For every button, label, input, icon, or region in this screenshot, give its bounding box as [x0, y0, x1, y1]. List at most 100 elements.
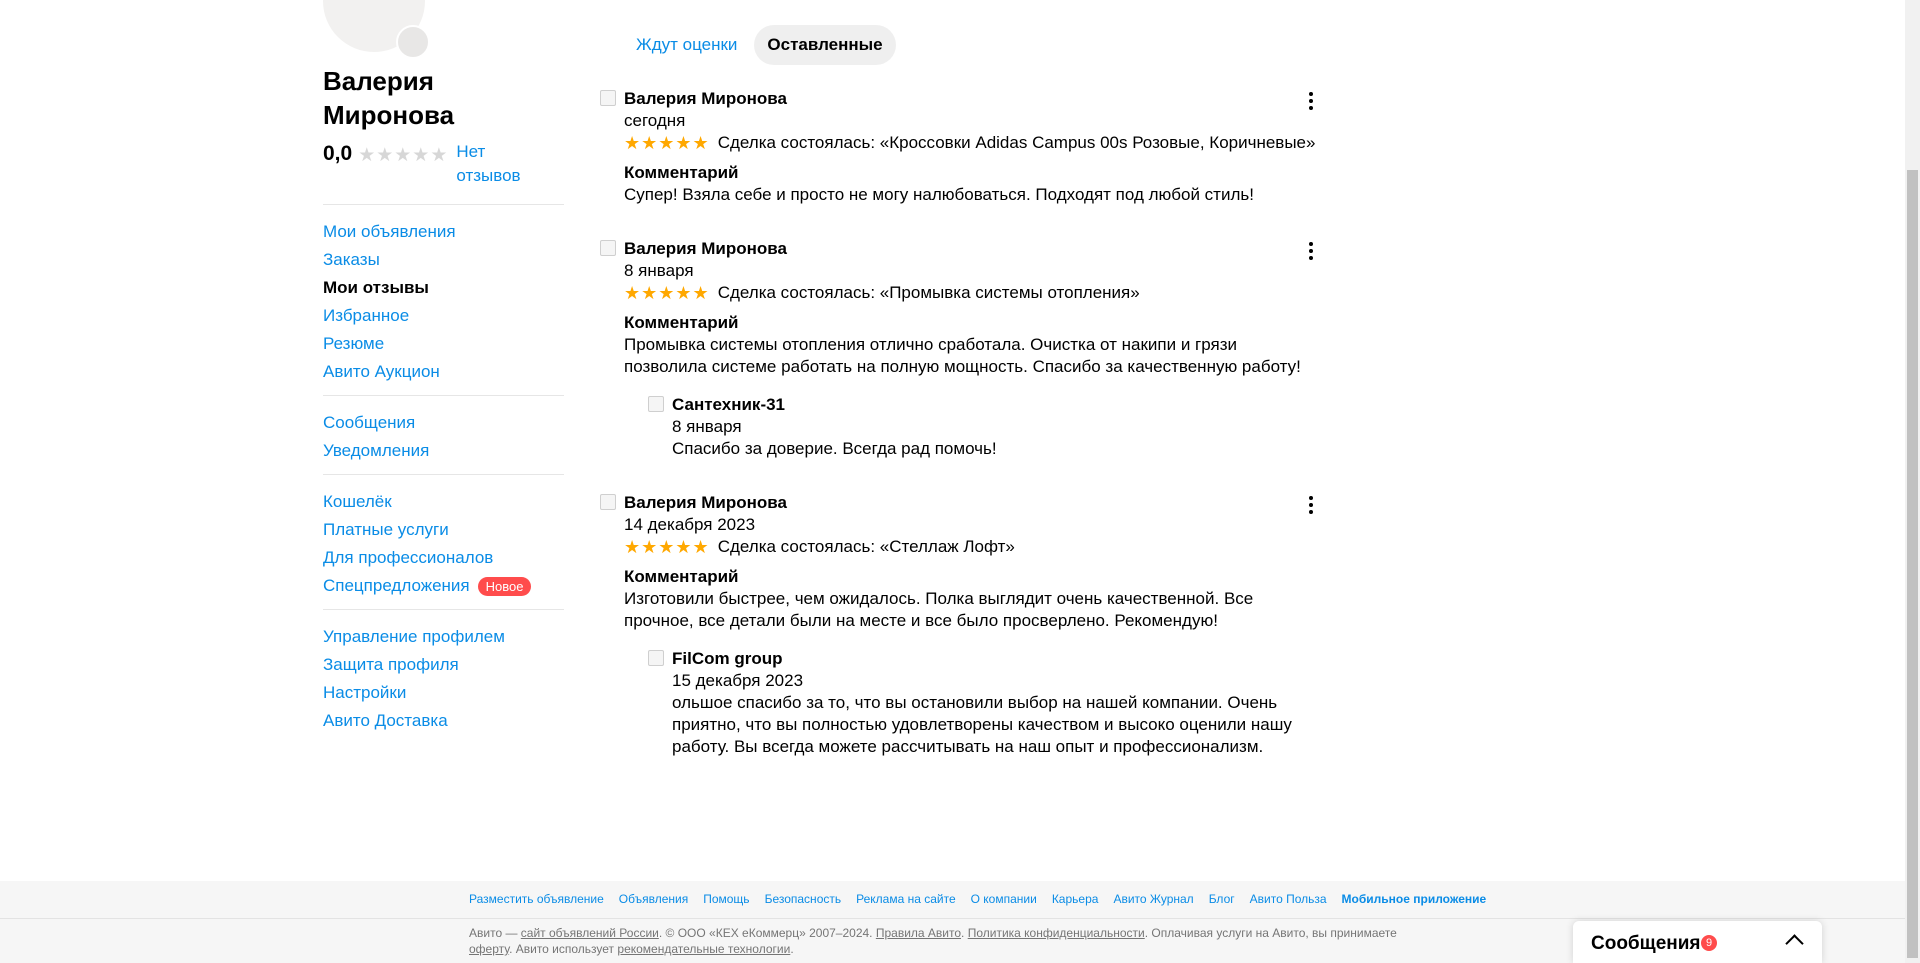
star-rating-icon: ★★★★★	[624, 283, 710, 303]
sidebar-item[interactable]: Резюме	[323, 330, 564, 358]
sidebar-item[interactable]: Авито Аукцион	[323, 358, 564, 386]
sidebar-item[interactable]: Избранное	[323, 302, 564, 330]
sidebar-item[interactable]: Управление профилем	[323, 623, 564, 651]
deal-text: Сделка состоялась: «Промывка системы ото…	[717, 283, 1140, 302]
sidebar-item-label: Платные услуги	[323, 520, 449, 539]
sidebar-item-label: Для профессионалов	[323, 548, 494, 567]
sidebar-item[interactable]: Кошелёк	[323, 488, 564, 516]
review-author[interactable]: Валерия Миронова	[624, 88, 1320, 110]
sidebar-item[interactable]: Настройки	[323, 679, 564, 707]
comment-title: Комментарий	[624, 567, 739, 586]
tab-awaiting[interactable]: Ждут оценки	[623, 25, 750, 65]
legal-text: .	[790, 942, 794, 956]
sidebar-item[interactable]: Спецпредложения Новое	[323, 572, 564, 600]
sidebar-item-label: Авито Доставка	[323, 711, 448, 730]
reviews-tabs: Ждут оценки Оставленные	[623, 25, 900, 65]
more-menu-icon[interactable]	[1306, 496, 1316, 514]
deal-text: Сделка состоялась: «Кроссовки Adidas Cam…	[717, 133, 1316, 152]
footer-link[interactable]: Блог	[1209, 891, 1235, 907]
chevron-up-icon[interactable]	[1785, 934, 1804, 953]
messages-widget-title: Сообщения	[1591, 933, 1701, 954]
legal-link-offer[interactable]: оферту	[469, 942, 509, 956]
sidebar-item[interactable]: Авито Доставка	[323, 707, 564, 735]
sidebar-nav: Мои объявления Заказы Мои отзывы Избранное Р…	[323, 204, 564, 744]
comment-text: Промывка системы отопления отлично срабо…	[624, 335, 1301, 376]
footer-link[interactable]: Безопасность	[765, 891, 842, 907]
sidebar-group: Мои объявления Заказы Мои отзывы Избранное Р…	[323, 204, 564, 395]
no-reviews-link[interactable]: Нет отзывов	[456, 140, 536, 188]
legal-text: . © ООО «КЕХ еКоммерц» 2007–2024.	[658, 926, 876, 940]
review-card: Валерия Миронова сегодня ★★★★★ Сделка со…	[600, 88, 1320, 206]
sidebar-item[interactable]: Мои отзывы	[323, 274, 564, 302]
page-scrollbar[interactable]	[1905, 0, 1920, 963]
messages-count-badge: 9	[1701, 935, 1717, 951]
legal-link-privacy[interactable]: Политика конфиденциальности	[968, 926, 1145, 940]
review-date: 14 декабря 2023	[624, 515, 756, 534]
answer-text: ольшое спасибо за то, что вы остановили …	[672, 693, 1292, 756]
sidebar-item[interactable]: Платные услуги	[323, 516, 564, 544]
scrollbar-thumb[interactable]	[1907, 170, 1918, 958]
sidebar-item-label: Авито Аукцион	[323, 362, 440, 381]
seller-answer: Сантехник-31 8 января Спасибо за доверие…	[648, 394, 1320, 460]
sidebar-item[interactable]: Защита профиля	[323, 651, 564, 679]
review-author[interactable]: Валерия Миронова	[624, 238, 1320, 260]
review-date: 8 января	[624, 261, 694, 280]
review-card: Валерия Миронова 14 декабря 2023 ★★★★★ С…	[600, 492, 1320, 758]
sidebar-item-label: Заказы	[323, 250, 380, 269]
sidebar-item[interactable]: Сообщения	[323, 409, 564, 437]
avatar-badge	[396, 25, 430, 59]
rating-stars-icon: ★★★★★	[358, 145, 449, 166]
sidebar: Валерия Миронова 0,0 ★★★★★ Нет отзывов М…	[323, 64, 564, 744]
review-date: сегодня	[624, 111, 686, 130]
answer-text: Спасибо за доверие. Всегда рад помочь!	[672, 439, 997, 458]
answer-author[interactable]: FilCom group	[672, 648, 1320, 670]
legal-text: Авито —	[469, 926, 521, 940]
sidebar-item-label: Управление профилем	[323, 627, 505, 646]
legal-link-rules[interactable]: Правила Авито	[876, 926, 961, 940]
legal-text: .	[961, 926, 968, 940]
footer-link[interactable]: Разместить объявление	[469, 891, 604, 907]
review-deal: ★★★★★ Сделка состоялась: «Кроссовки Adid…	[624, 132, 1320, 154]
legal-link-recommend[interactable]: рекомендательные технологии	[617, 942, 790, 956]
seller-answer: FilCom group 15 декабря 2023 ольшое спас…	[648, 648, 1320, 758]
sidebar-item[interactable]: Мои объявления	[323, 218, 564, 246]
sidebar-item-label: Мои отзывы	[323, 278, 429, 297]
sidebar-item[interactable]: Для профессионалов	[323, 544, 564, 572]
comment-text: Изготовили быстрее, чем ожидалось. Полка…	[624, 589, 1254, 630]
sidebar-item-label: Сообщения	[323, 413, 416, 432]
more-menu-icon[interactable]	[1306, 242, 1316, 260]
review-author[interactable]: Валерия Миронова	[624, 492, 1320, 514]
sidebar-item-label: Защита профиля	[323, 655, 459, 674]
footer-link[interactable]: Авито Журнал	[1113, 891, 1193, 907]
more-menu-icon[interactable]	[1306, 92, 1316, 110]
sidebar-item-label: Спецпредложения	[323, 576, 470, 595]
sidebar-item[interactable]: Заказы	[323, 246, 564, 274]
sidebar-item-label: Кошелёк	[323, 492, 392, 511]
footer-link[interactable]: Помощь	[703, 891, 749, 907]
legal-link-site[interactable]: сайт объявлений России	[521, 926, 659, 940]
tab-left[interactable]: Оставленные	[754, 25, 896, 65]
review-deal: ★★★★★ Сделка состоялась: «Стеллаж Лофт»	[624, 536, 1320, 558]
footer-link[interactable]: Мобильное приложение	[1342, 891, 1487, 907]
footer-link[interactable]: Карьера	[1052, 891, 1099, 907]
answer-author[interactable]: Сантехник-31	[672, 394, 1320, 416]
review-card: Валерия Миронова 8 января ★★★★★ Сделка с…	[600, 238, 1320, 460]
star-rating-icon: ★★★★★	[624, 537, 710, 557]
sidebar-item[interactable]: Уведомления	[323, 437, 564, 465]
author-avatar-icon	[600, 494, 616, 510]
footer-link[interactable]: Объявления	[619, 891, 688, 907]
seller-avatar-icon	[648, 396, 664, 412]
sidebar-group: Управление профилем Защита профиля Настрой…	[323, 609, 564, 744]
sidebar-item-label: Уведомления	[323, 441, 430, 460]
footer-link[interactable]: Реклама на сайте	[856, 891, 956, 907]
sidebar-group: Кошелёк Платные услуги Для профессионалов С…	[323, 474, 564, 609]
messages-widget[interactable]: Сообщения 9	[1573, 921, 1822, 963]
answer-date: 15 декабря 2023	[672, 671, 804, 690]
footer-legal: Авито — сайт объявлений России. © ООО «К…	[469, 925, 1429, 957]
rating-value: 0,0	[323, 142, 353, 165]
footer-link[interactable]: О компании	[971, 891, 1037, 907]
sidebar-item-label: Резюме	[323, 334, 385, 353]
footer-link[interactable]: Авито Польза	[1250, 891, 1327, 907]
answer-date: 8 января	[672, 417, 742, 436]
author-avatar-icon	[600, 240, 616, 256]
